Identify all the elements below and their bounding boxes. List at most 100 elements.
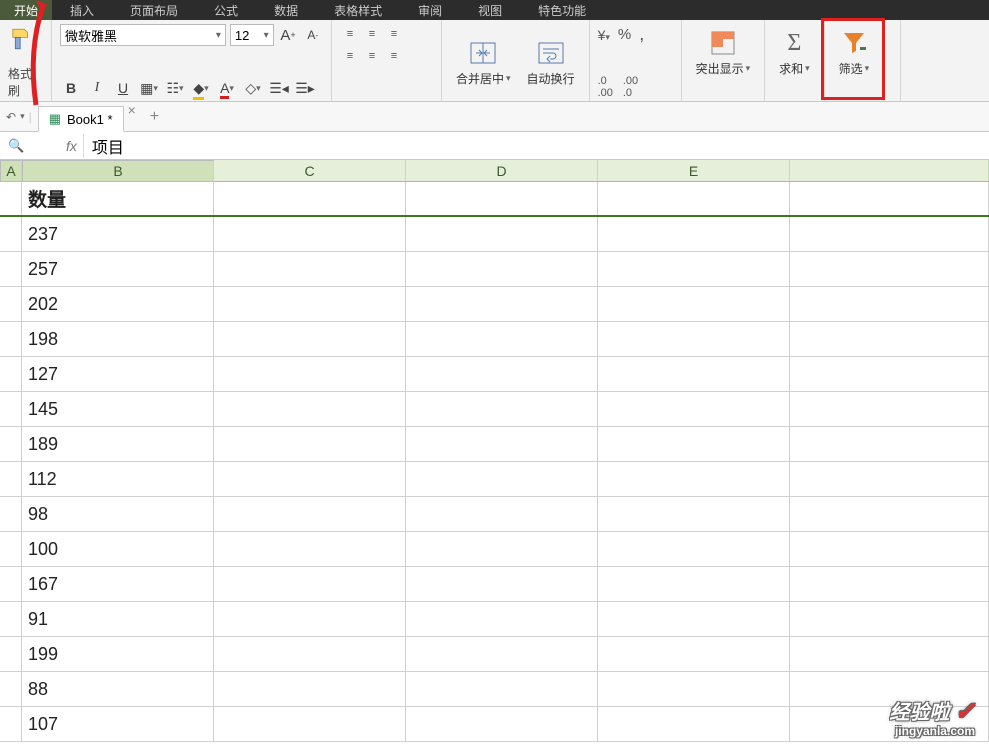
table-row[interactable]: 112 [0, 462, 989, 497]
menu-page-layout[interactable]: 页面布局 [112, 0, 196, 20]
col-header-B[interactable]: B [22, 160, 214, 182]
merge-center-button[interactable]: 合并居中▾ [450, 24, 517, 99]
formula-input[interactable]: 项目 [83, 134, 989, 158]
align-bottom-icon[interactable]: ≡ [384, 24, 404, 44]
wrap-text-button[interactable]: 自动换行 [521, 24, 581, 99]
table-row[interactable]: 98 [0, 497, 989, 532]
chevron-down-icon[interactable]: ▾ [20, 111, 25, 122]
align-middle-icon[interactable]: ≡ [362, 24, 382, 44]
align-center-icon[interactable]: ≡ [362, 46, 382, 66]
col-header-E[interactable]: E [598, 160, 790, 181]
cell-value: 145 [22, 392, 214, 426]
add-tab-button[interactable]: + [140, 102, 169, 131]
cell-value: 91 [22, 602, 214, 636]
decrease-indent-icon[interactable]: ☰◂ [268, 77, 290, 99]
header-cell-B: 数量 [22, 182, 214, 215]
align-left-icon[interactable]: ≡ [340, 46, 360, 66]
column-headers: A B C D E [0, 160, 989, 182]
document-tab-bar: ↶ ▾ | ▦ Book1 * × + [0, 102, 989, 132]
menu-home[interactable]: 开始 [0, 0, 52, 20]
table-row[interactable]: 189 [0, 427, 989, 462]
cell-value: 88 [22, 672, 214, 706]
table-row[interactable]: 107 [0, 707, 989, 742]
table-row[interactable]: 199 [0, 637, 989, 672]
chevron-down-icon: ▾ [805, 63, 810, 74]
table-row[interactable]: 100 [0, 532, 989, 567]
document-tab-label: Book1 * [67, 112, 113, 127]
italic-icon[interactable]: I [86, 77, 108, 99]
chevron-down-icon: ▾ [210, 30, 221, 41]
table-row[interactable]: 237 [0, 217, 989, 252]
cell-value: 199 [22, 637, 214, 671]
table-header-row[interactable]: 数量 [0, 182, 989, 217]
chevron-down-icon: ▾ [746, 63, 751, 74]
table-row[interactable]: 145 [0, 392, 989, 427]
undo-icon[interactable]: ↶ [6, 110, 16, 124]
table-row[interactable]: 257 [0, 252, 989, 287]
increase-decimal-icon[interactable]: .0.00 [598, 75, 613, 99]
col-header-A[interactable]: A [0, 160, 22, 182]
font-name-select[interactable]: 微软雅黑▾ [60, 24, 226, 46]
menu-table-style[interactable]: 表格样式 [316, 0, 400, 20]
menu-data[interactable]: 数据 [256, 0, 316, 20]
cell-value: 100 [22, 532, 214, 566]
menu-formulas[interactable]: 公式 [196, 0, 256, 20]
comma-icon[interactable]: , [639, 24, 644, 45]
funnel-icon [840, 26, 868, 60]
menu-view[interactable]: 视图 [460, 0, 520, 20]
menu-insert[interactable]: 插入 [52, 0, 112, 20]
clear-format-icon[interactable]: ◇▾ [242, 77, 264, 99]
col-header-D[interactable]: D [406, 160, 598, 181]
fill-color-icon[interactable]: ◆▾ [190, 77, 212, 99]
increase-indent-icon[interactable]: ☰▸ [294, 77, 316, 99]
document-tab[interactable]: ▦ Book1 * [38, 106, 124, 132]
menu-bar: 开始 插入 页面布局 公式 数据 表格样式 审阅 视图 特色功能 [0, 0, 989, 20]
alignment-grid: ≡ ≡ ≡ ≡ ≡ ≡ [340, 24, 433, 66]
cell-value: 189 [22, 427, 214, 461]
cell-style-icon[interactable]: ☷▾ [164, 77, 186, 99]
increase-font-icon[interactable]: A+ [278, 24, 299, 46]
ribbon: 格式刷 微软雅黑▾ 12▾ A+ A- B I U ▦▾ ☷▾ ◆▾ A▾ ◇▾… [0, 20, 989, 102]
filter-button[interactable]: 筛选▾ [833, 24, 876, 79]
border-icon[interactable]: ▦▾ [138, 77, 160, 99]
percent-icon[interactable]: % [618, 26, 631, 43]
close-tab-icon[interactable]: × [124, 102, 140, 131]
format-painter-label: 格式刷 [8, 65, 43, 99]
fx-icon[interactable]: fx [60, 138, 83, 154]
formula-bar: 🔍 fx 项目 [0, 132, 989, 160]
table-row[interactable]: 198 [0, 322, 989, 357]
cell-value: 202 [22, 287, 214, 321]
underline-icon[interactable]: U [112, 77, 134, 99]
font-color-icon[interactable]: A▾ [216, 77, 238, 99]
menu-special[interactable]: 特色功能 [520, 0, 604, 20]
highlight-icon [710, 26, 736, 60]
align-top-icon[interactable]: ≡ [340, 24, 360, 44]
merge-icon [470, 36, 496, 70]
data-rows: 数量 2372572021981271451891129810016791199… [0, 182, 989, 742]
format-painter-icon[interactable] [8, 24, 38, 58]
col-header-C[interactable]: C [214, 160, 406, 181]
bold-icon[interactable]: B [60, 77, 82, 99]
table-row[interactable]: 202 [0, 287, 989, 322]
table-row[interactable]: 167 [0, 567, 989, 602]
decrease-font-icon[interactable]: A- [302, 24, 323, 46]
cell-value: 167 [22, 567, 214, 601]
currency-icon[interactable]: ¥▾ [598, 27, 610, 43]
align-right-icon[interactable]: ≡ [384, 46, 404, 66]
search-icon[interactable]: 🔍 [8, 138, 24, 154]
table-row[interactable]: 91 [0, 602, 989, 637]
table-row[interactable]: 88 [0, 672, 989, 707]
chevron-down-icon: ▾ [258, 30, 269, 41]
sigma-icon: Σ [787, 26, 801, 60]
table-row[interactable]: 127 [0, 357, 989, 392]
spreadsheet-grid: A B C D E 数量 237257202198127145189112981… [0, 160, 989, 742]
cell-value: 112 [22, 462, 214, 496]
cell-value: 127 [22, 357, 214, 391]
sum-button[interactable]: Σ 求和▾ [773, 24, 816, 79]
decrease-decimal-icon[interactable]: .00.0 [623, 75, 638, 99]
menu-review[interactable]: 审阅 [400, 0, 460, 20]
highlight-button[interactable]: 突出显示▾ [690, 24, 757, 79]
font-size-select[interactable]: 12▾ [230, 24, 274, 46]
chevron-down-icon: ▾ [865, 63, 870, 74]
col-header-F[interactable] [790, 160, 989, 181]
